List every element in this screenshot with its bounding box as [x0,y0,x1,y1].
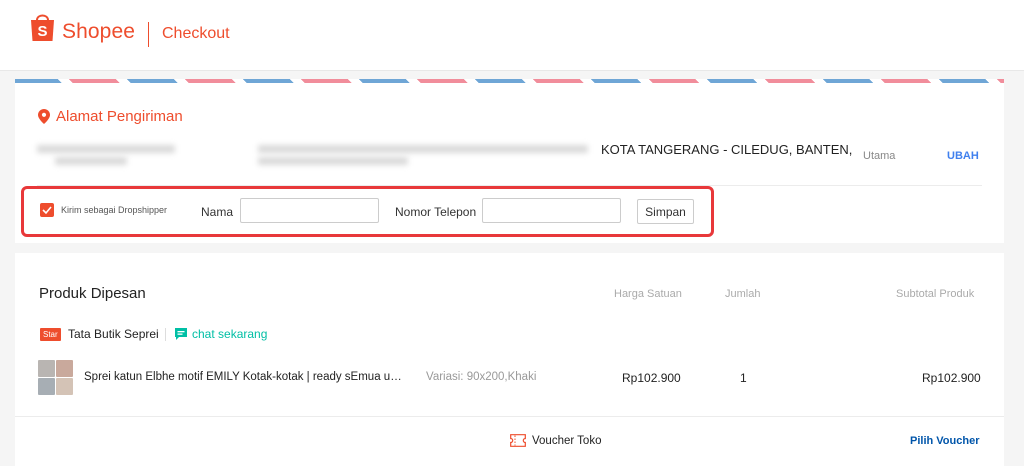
redacted-recipient-name [37,145,175,153]
page-title: Checkout [162,25,230,42]
product-quantity: 1 [740,371,747,385]
dropshipper-checkbox[interactable] [40,203,54,217]
svg-text:S: S [37,23,47,40]
product-thumbnail[interactable] [38,360,73,395]
ordered-products-card: Produk Dipesan Harga Satuan Jumlah Subto… [15,253,1004,466]
product-subtotal: Rp102.900 [922,371,981,385]
address-city: KOTA TANGERANG - CILEDUG, BANTEN, [601,142,853,157]
shopee-bag-logo-icon[interactable]: S [30,12,55,42]
shop-voucher-label: Voucher Toko [532,435,602,447]
envelope-stripe [15,79,1004,83]
phone-label: Nomor Telepon [395,205,477,219]
chat-icon[interactable] [174,327,188,341]
column-header-quantity: Jumlah [725,288,761,300]
name-label: Nama [201,205,234,219]
divider [15,416,1004,417]
dropshipper-phone-input[interactable] [482,198,621,223]
product-unit-price: Rp102.900 [622,371,681,385]
redacted-street-address-2 [258,157,408,165]
column-header-subtotal: Subtotal Produk [896,288,975,300]
save-dropshipper-button[interactable]: Simpan [637,199,694,224]
dropshipper-label[interactable]: Kirim sebagai Dropshipper [61,205,167,215]
product-variation: Variasi: 90x200,Khaki [426,371,537,383]
location-pin-icon [38,109,50,124]
divider [165,328,166,341]
checkmark-icon [42,206,52,215]
address-heading: Alamat Pengiriman [56,108,183,125]
redacted-recipient-phone [55,157,127,165]
address-default-tag: Utama [863,150,896,162]
column-header-unit-price: Harga Satuan [614,288,682,300]
shop-name[interactable]: Tata Butik Seprei [68,327,159,341]
product-name[interactable]: Sprei katun Elbhe motif EMILY Kotak-kota… [84,371,404,383]
chat-now-link[interactable]: chat sekarang [192,327,267,341]
dropshipper-name-input[interactable] [240,198,379,223]
star-seller-badge: Star [40,328,61,341]
header-divider [148,22,149,47]
voucher-ticket-icon [510,434,526,447]
section-title: Produk Dipesan [39,285,146,302]
select-voucher-link[interactable]: Pilih Voucher [910,435,979,447]
redacted-street-address [258,145,588,153]
change-address-button[interactable]: UBAH [947,150,979,162]
page-header: S Shopee Checkout [0,0,1024,71]
brand-name[interactable]: Shopee [62,20,135,44]
